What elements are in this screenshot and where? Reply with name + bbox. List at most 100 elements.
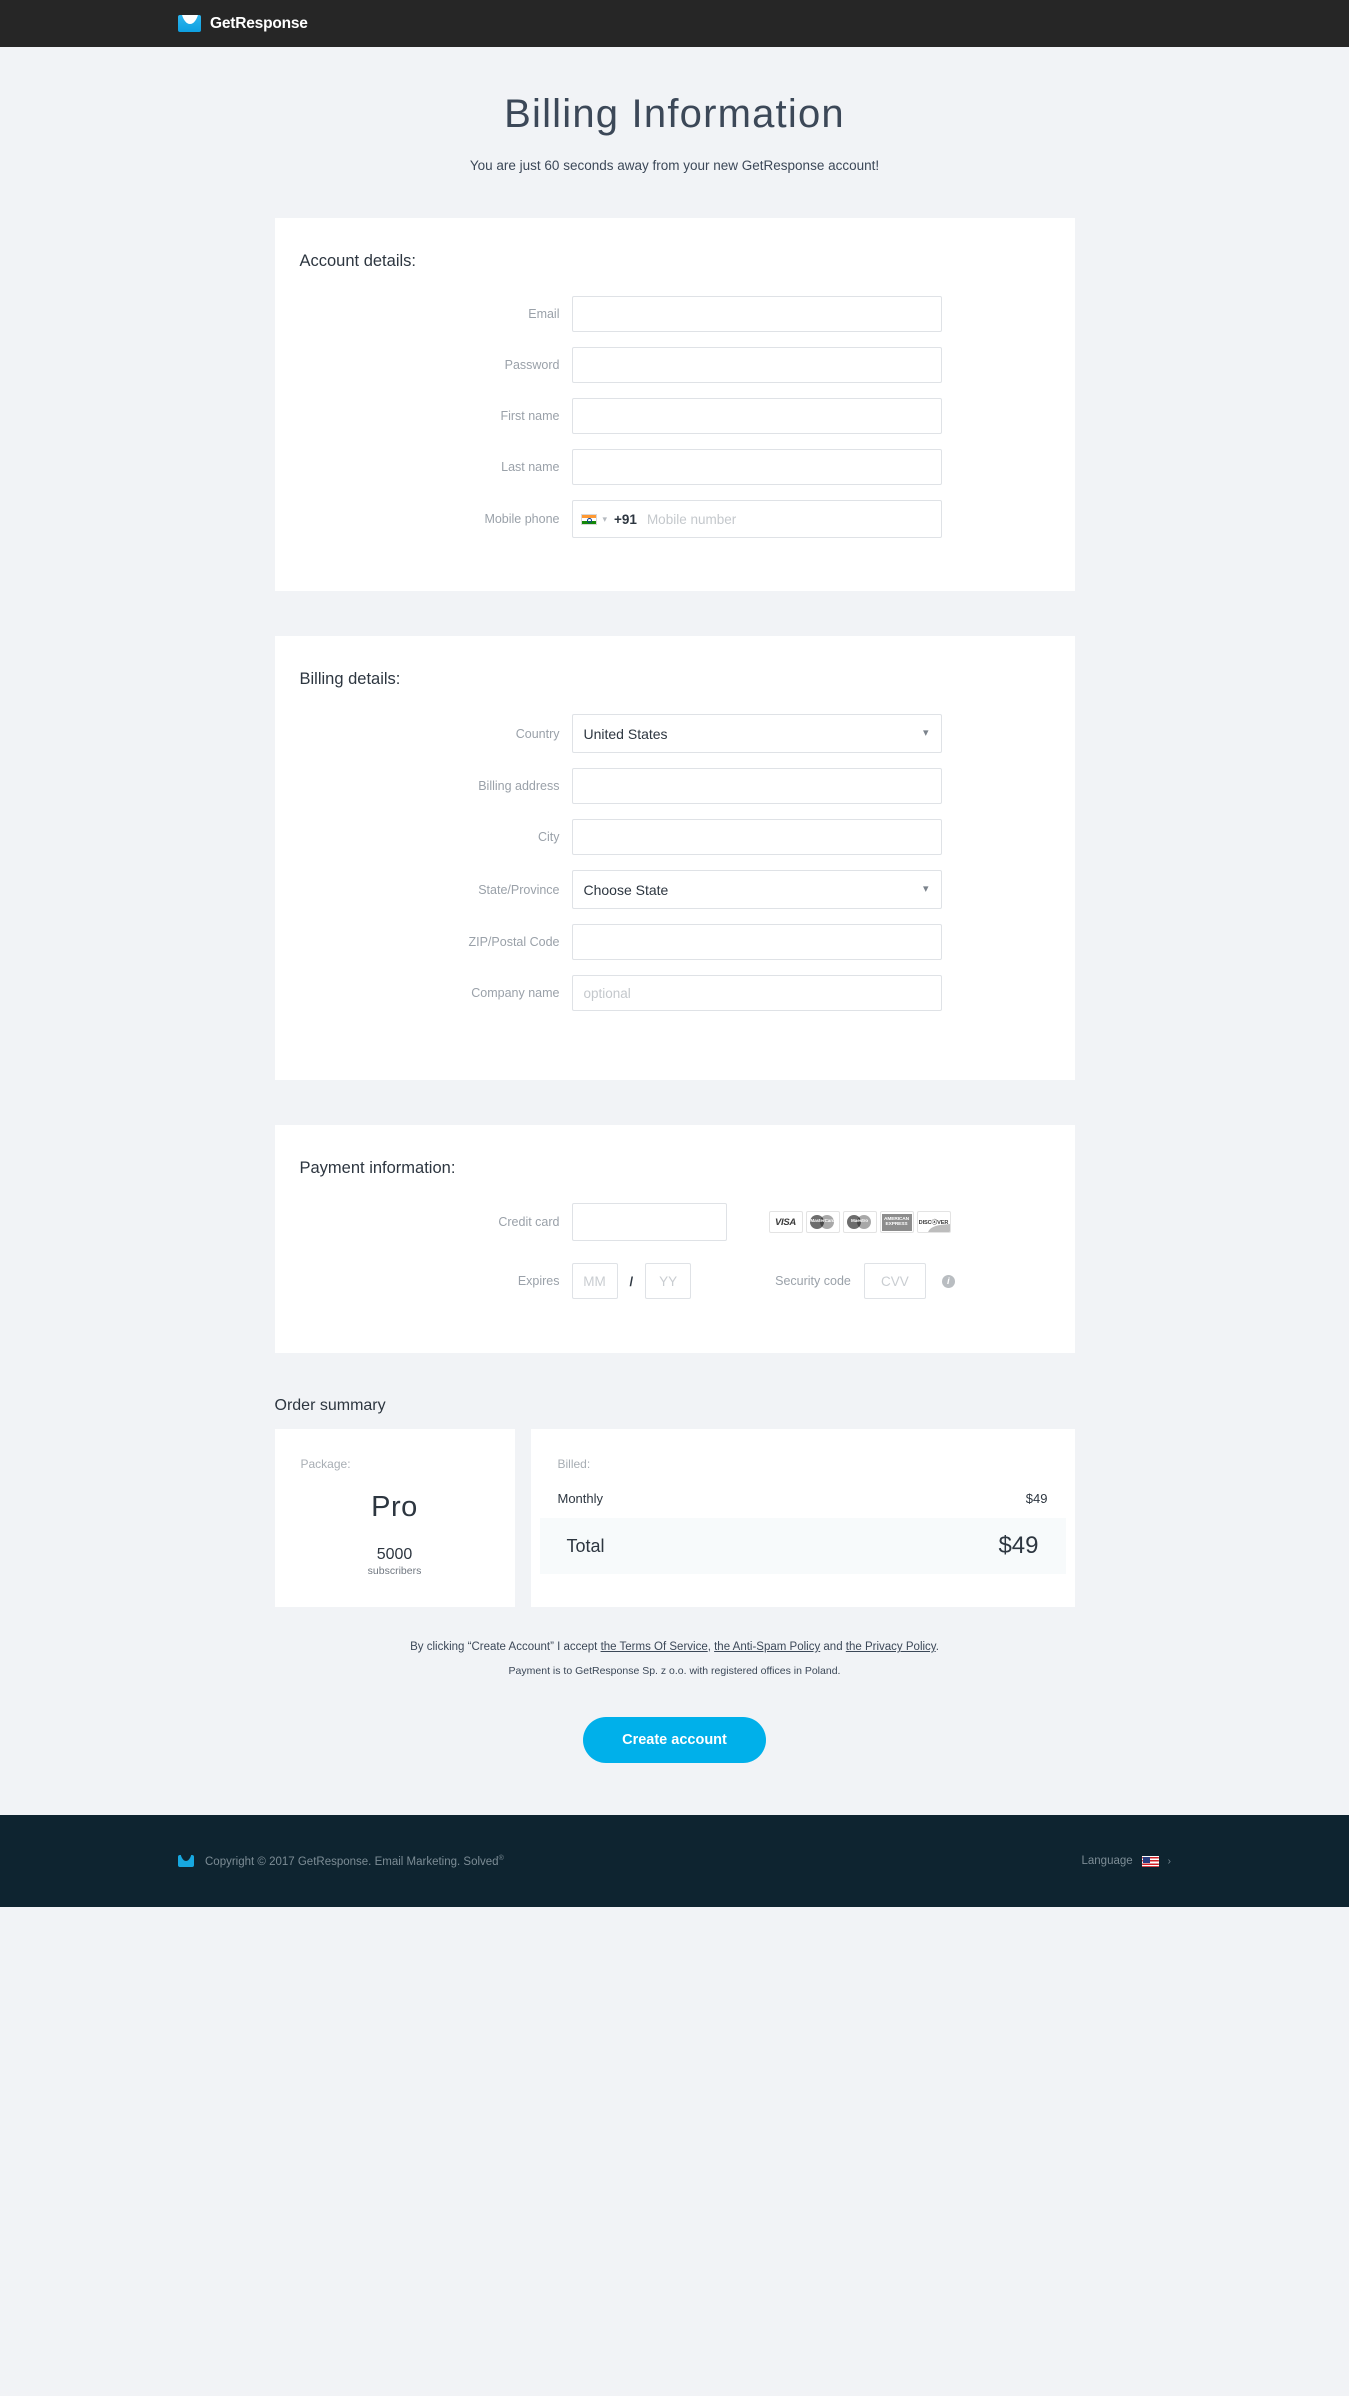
email-input[interactable] — [571, 296, 942, 332]
last-name-label: Last name — [501, 460, 560, 474]
billed-cycle-price: $49 — [1025, 1491, 1048, 1506]
first-name-input[interactable] — [571, 398, 942, 434]
order-summary-title: Order summary — [274, 1397, 386, 1414]
chevron-down-icon: ▾ — [922, 727, 929, 739]
payment-entity-note: Payment is to GetResponse Sp. z o.o. wit… — [508, 1665, 841, 1677]
privacy-policy-link[interactable]: the Privacy Policy — [846, 1641, 936, 1653]
anti-spam-policy-link[interactable]: the Anti-Spam Policy — [714, 1641, 820, 1653]
terms-of-service-link[interactable]: the Terms Of Service — [601, 1641, 708, 1653]
company-name-input[interactable] — [571, 975, 942, 1011]
account-details-panel: Account details: Email Password First na… — [274, 218, 1075, 591]
terms-prefix: By clicking “Create Account” I accept — [410, 1641, 601, 1653]
billed-label: Billed: — [557, 1457, 591, 1471]
field-row-country: Country United States ▾ — [275, 714, 1075, 753]
billed-total-row: Total $49 — [539, 1518, 1066, 1574]
city-label: City — [537, 830, 560, 844]
expiry-month-input[interactable] — [571, 1263, 618, 1299]
chevron-down-icon: ▾ — [922, 883, 929, 895]
zip-label: ZIP/Postal Code — [468, 935, 560, 949]
amex-line-2: EXPRESS — [885, 1222, 908, 1227]
top-bar: GetResponse — [0, 0, 1349, 47]
billing-details-title: Billing details: — [299, 670, 401, 688]
payment-information-title: Payment information: — [299, 1159, 456, 1177]
security-code-label: Security code — [775, 1274, 851, 1288]
credit-card-input[interactable] — [571, 1203, 727, 1241]
chevron-right-icon: › — [1167, 1855, 1171, 1867]
mobile-phone-group: ▾ +91 — [571, 500, 942, 538]
state-label: State/Province — [478, 882, 560, 897]
field-row-zip: ZIP/Postal Code — [275, 924, 1075, 960]
page-subtitle: You are just 60 seconds away from your n… — [469, 158, 880, 173]
country-label: Country — [515, 726, 560, 741]
mobile-phone-label: Mobile phone — [484, 512, 560, 526]
expires-label: Expires — [517, 1274, 560, 1288]
account-details-title: Account details: — [299, 252, 416, 270]
billing-address-input[interactable] — [571, 768, 942, 804]
visa-logo-icon: VISA — [768, 1211, 803, 1233]
field-row-state: State/Province Choose State ▾ — [275, 870, 1075, 909]
security-code-input[interactable] — [863, 1263, 926, 1299]
visa-logo-text: VISA — [775, 1216, 796, 1228]
company-name-label: Company name — [471, 986, 560, 1000]
field-row-mobile-phone: Mobile phone ▾ +91 — [275, 500, 1075, 538]
getresponse-envelope-icon — [178, 1854, 194, 1867]
password-input[interactable] — [571, 347, 942, 383]
accepted-cards: VISA MasterCard Maestro AMERICAN EXPRESS — [768, 1211, 951, 1233]
total-label: Total — [566, 1535, 605, 1556]
package-subscriber-unit: subscribers — [367, 1565, 422, 1577]
terms-text: By clicking “Create Account” I accept th… — [0, 1641, 1349, 1653]
order-summary-section: Order summary Package: Pro 5000 subscrib… — [274, 1397, 1075, 1607]
dial-code: +91 — [614, 511, 637, 527]
password-label: Password — [504, 358, 560, 372]
billing-details-panel: Billing details: Country United States ▾… — [274, 636, 1075, 1080]
expiry-year-input[interactable] — [645, 1263, 692, 1299]
last-name-input[interactable] — [571, 449, 942, 485]
billed-cycle-row: Monthly $49 — [531, 1491, 1075, 1506]
field-row-expires-security: Expires / Security code i — [275, 1263, 1075, 1299]
field-row-last-name: Last name — [275, 449, 1075, 485]
maestro-logo-text: Maestro — [851, 1218, 868, 1223]
amex-logo-icon: AMERICAN EXPRESS — [879, 1211, 914, 1233]
field-row-city: City — [275, 819, 1075, 855]
terms-sep-2: and — [820, 1641, 846, 1653]
total-price: $49 — [998, 1532, 1039, 1559]
expiry-separator: / — [629, 1273, 634, 1289]
country-select-value: United States — [583, 725, 668, 742]
email-label: Email — [528, 307, 560, 321]
country-select[interactable]: United States ▾ — [571, 714, 942, 753]
zip-input[interactable] — [571, 924, 942, 960]
field-row-first-name: First name — [275, 398, 1075, 434]
chevron-down-icon[interactable]: ▾ — [603, 514, 608, 524]
language-selector[interactable]: Language › — [1081, 1855, 1171, 1867]
billing-address-label: Billing address — [478, 779, 560, 793]
maestro-logo-icon: Maestro — [842, 1211, 877, 1233]
field-row-billing-address: Billing address — [275, 768, 1075, 804]
language-label: Language — [1081, 1855, 1133, 1867]
payment-information-panel: Payment information: Credit card VISA Ma… — [274, 1125, 1075, 1353]
registered-mark: ® — [498, 1854, 504, 1862]
info-icon[interactable]: i — [941, 1274, 955, 1288]
state-select-value: Choose State — [583, 881, 669, 898]
mobile-number-input[interactable] — [642, 511, 933, 527]
first-name-label: First name — [500, 409, 560, 423]
brand-logo[interactable]: GetResponse — [178, 15, 308, 33]
package-name: Pro — [371, 1491, 418, 1523]
getresponse-envelope-icon — [178, 15, 201, 32]
terms-suffix: . — [935, 1641, 939, 1653]
field-row-company: Company name — [275, 975, 1075, 1011]
create-account-button[interactable]: Create account — [583, 1717, 766, 1763]
state-select[interactable]: Choose State ▾ — [571, 870, 942, 909]
package-subscriber-count: 5000 — [376, 1546, 413, 1563]
copyright-label: Copyright © 2017 GetResponse. Email Mark… — [205, 1855, 499, 1868]
package-card: Package: Pro 5000 subscribers — [274, 1429, 515, 1607]
city-input[interactable] — [571, 819, 942, 855]
credit-card-label: Credit card — [498, 1215, 560, 1229]
field-row-password: Password — [275, 347, 1075, 383]
us-flag-icon — [1141, 1855, 1159, 1867]
billed-card: Billed: Monthly $49 Total $49 — [530, 1429, 1075, 1607]
billed-cycle-label: Monthly — [557, 1491, 604, 1506]
field-row-credit-card: Credit card VISA MasterCard Maestro AMER… — [275, 1203, 1075, 1241]
india-flag-icon[interactable] — [580, 513, 597, 525]
discover-logo-icon: DISCⓧVER — [916, 1211, 951, 1233]
discover-logo-text: DISCⓧVER — [918, 1220, 949, 1226]
